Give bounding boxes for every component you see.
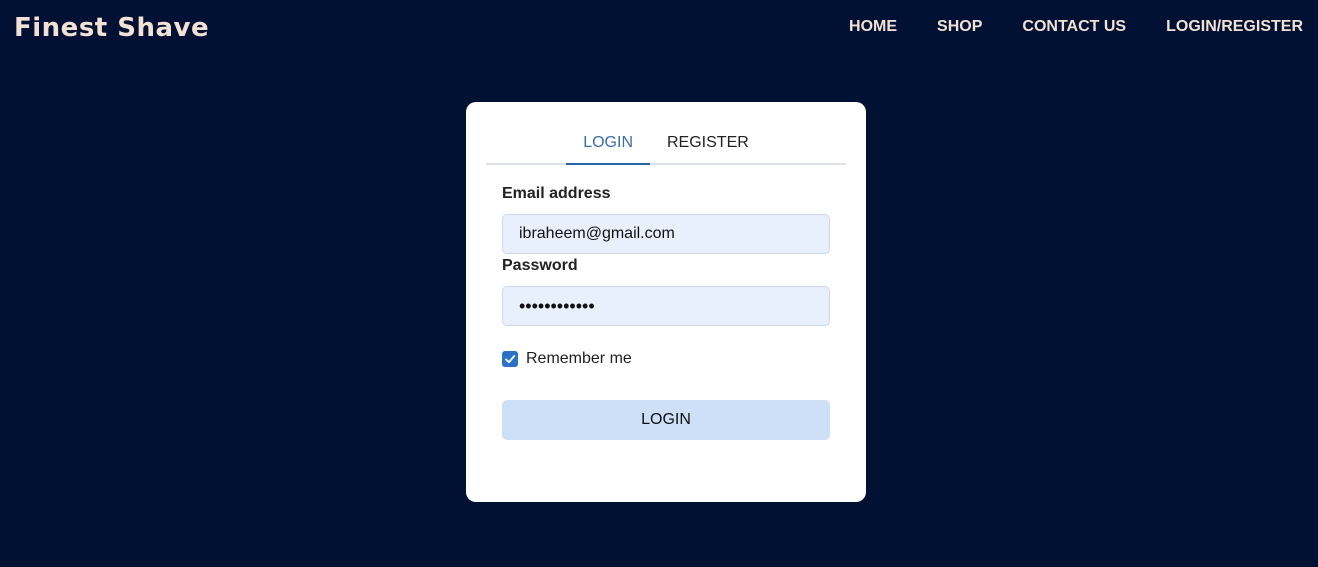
nav-home[interactable]: HOME [849, 18, 897, 36]
login-button[interactable]: LOGIN [502, 400, 830, 440]
auth-tabs: LOGIN REGISTER [486, 122, 846, 165]
email-field[interactable] [502, 214, 830, 254]
auth-card: LOGIN REGISTER Email address Password Re… [466, 102, 866, 502]
checkmark-icon[interactable] [502, 351, 518, 367]
remember-me-label: Remember me [526, 350, 632, 367]
email-label: Email address [502, 185, 611, 202]
password-field[interactable] [502, 286, 830, 326]
password-label: Password [502, 257, 578, 274]
tab-login[interactable]: LOGIN [566, 122, 650, 165]
nav-contact-us[interactable]: CONTACT US [1022, 18, 1126, 36]
page: Finest Shave HOME SHOP CONTACT US LOGIN/… [0, 0, 1318, 567]
brand-logo[interactable]: Finest Shave [14, 13, 209, 43]
nav-shop[interactable]: SHOP [937, 18, 982, 36]
main-nav: HOME SHOP CONTACT US LOGIN/REGISTER [849, 18, 1303, 36]
nav-login-register[interactable]: LOGIN/REGISTER [1166, 18, 1303, 36]
remember-me-checkbox[interactable]: Remember me [502, 350, 632, 368]
tab-register[interactable]: REGISTER [650, 122, 766, 165]
